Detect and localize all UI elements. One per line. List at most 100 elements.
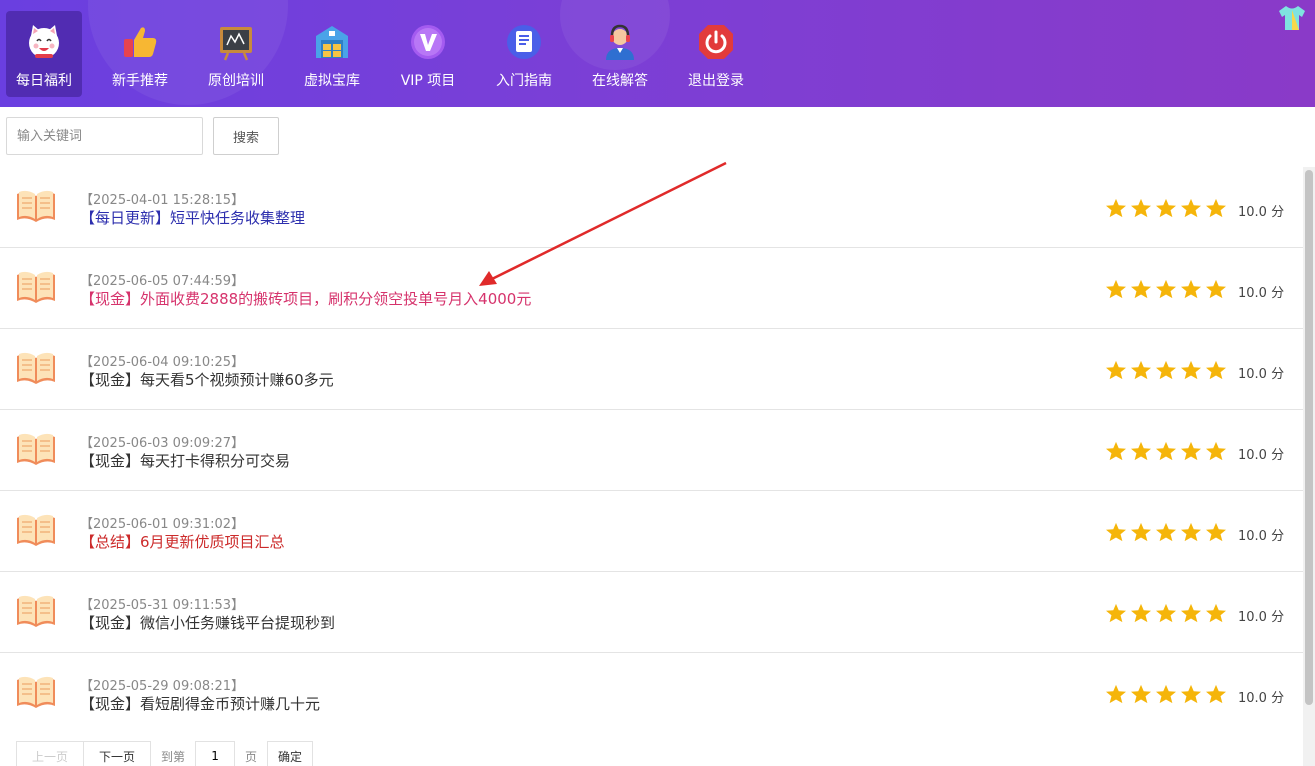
page-number-input[interactable] (195, 741, 236, 766)
star-icon (1155, 603, 1177, 623)
star-icon (1155, 441, 1177, 461)
star-icon (1105, 279, 1127, 299)
star-icon (1205, 198, 1227, 218)
star-icon (1205, 603, 1227, 623)
open-book-icon (15, 269, 57, 305)
open-book-icon (15, 350, 57, 386)
nav-item-label: 每日福利 (16, 73, 72, 89)
nav-item-getting-started[interactable]: 入门指南 (476, 11, 572, 97)
star-icon (1155, 198, 1177, 218)
rating-score: 10.0 分 (1238, 691, 1285, 706)
star-icon (1130, 279, 1152, 299)
blackboard-icon (216, 22, 256, 62)
lucky-cat-icon (24, 22, 64, 62)
open-book-icon (15, 512, 57, 548)
item-date: 【2025-04-01 15:28:15】 (80, 193, 245, 208)
scrollbar-thumb[interactable] (1305, 170, 1313, 705)
nav-item-label: 原创培训 (208, 73, 264, 89)
nav-item-daily-benefits[interactable]: 每日福利 (6, 11, 82, 97)
search-input[interactable] (6, 117, 203, 155)
rating-stars (1105, 441, 1230, 461)
rating-score: 10.0 分 (1238, 610, 1285, 625)
list-item[interactable]: 【2025-05-31 09:11:53】 【现金】微信小任务赚钱平台提现秒到 10… (0, 571, 1303, 652)
storehouse-icon (312, 22, 352, 62)
item-title-link[interactable]: 【现金】看短剧得金币预计赚几十元 (80, 693, 320, 714)
star-icon (1105, 360, 1127, 380)
rating-stars (1105, 603, 1230, 623)
list-item[interactable]: 【2025-06-01 09:31:02】 【总结】6月更新优质项目汇总 10.0 … (0, 490, 1303, 571)
star-icon (1155, 279, 1177, 299)
nav-item-label: 在线解答 (592, 73, 648, 89)
star-icon (1130, 684, 1152, 704)
rating-score: 10.0 分 (1238, 205, 1285, 220)
open-book-icon (15, 188, 57, 224)
item-title-link[interactable]: 【现金】外面收费2888的搬砖项目，刷积分领空投单号月入4000元 (80, 288, 531, 309)
list-item[interactable]: 【2025-06-03 09:09:27】 【现金】每天打卡得积分可交易 10.0 … (0, 409, 1303, 490)
rating-stars (1105, 522, 1230, 542)
nav-item-logout[interactable]: 退出登录 (668, 11, 764, 97)
star-icon (1105, 441, 1127, 461)
star-icon (1180, 198, 1202, 218)
item-title-link[interactable]: 【现金】微信小任务赚钱平台提现秒到 (80, 612, 335, 633)
star-icon (1155, 684, 1177, 704)
star-icon (1205, 684, 1227, 704)
nav-menu: 每日福利 新手推荐 原创培训 虚拟宝库 VIP 项目 入门指南 在线解答 退出登… (6, 11, 764, 97)
pagination: 上一页 下一页 到第 页 确定 (16, 741, 314, 766)
article-list: 【2025-04-01 15:28:15】 【每日更新】短平快任务收集整理 10.0… (0, 167, 1303, 733)
nav-item-virtual-treasury[interactable]: 虚拟宝库 (284, 11, 380, 97)
rating-score: 10.0 分 (1238, 529, 1285, 544)
list-item[interactable]: 【2025-05-29 09:08:21】 【现金】看短剧得金币预计赚几十元 10.… (0, 652, 1303, 733)
star-icon (1180, 279, 1202, 299)
star-icon (1205, 279, 1227, 299)
item-date: 【2025-05-29 09:08:21】 (80, 679, 245, 694)
item-date: 【2025-06-01 09:31:02】 (80, 517, 245, 532)
item-title-link[interactable]: 【每日更新】短平快任务收集整理 (80, 207, 305, 228)
power-off-icon (696, 22, 736, 62)
search-button[interactable]: 搜索 (213, 117, 279, 155)
star-icon (1180, 441, 1202, 461)
rating-score: 10.0 分 (1238, 448, 1285, 463)
star-icon (1155, 360, 1177, 380)
rating-score: 10.0 分 (1238, 286, 1285, 301)
star-icon (1205, 360, 1227, 380)
nav-item-label: 新手推荐 (112, 73, 168, 89)
star-icon (1105, 603, 1127, 623)
top-navigation-bar: 每日福利 新手推荐 原创培训 虚拟宝库 VIP 项目 入门指南 在线解答 退出登… (0, 0, 1315, 107)
confirm-page-button[interactable]: 确定 (267, 741, 314, 766)
list-item[interactable]: 【2025-06-05 07:44:59】 【现金】外面收费2888的搬砖项目，刷… (0, 247, 1303, 328)
item-date: 【2025-06-03 09:09:27】 (80, 436, 245, 451)
star-icon (1205, 441, 1227, 461)
list-item[interactable]: 【2025-04-01 15:28:15】 【每日更新】短平快任务收集整理 10.0… (0, 167, 1303, 247)
item-title-link[interactable]: 【现金】每天看5个视频预计赚60多元 (80, 369, 334, 390)
item-title-link[interactable]: 【总结】6月更新优质项目汇总 (80, 531, 285, 552)
nav-item-label: VIP 项目 (400, 73, 456, 89)
vip-badge-icon (408, 22, 448, 62)
star-icon (1105, 198, 1127, 218)
rating-stars (1105, 360, 1230, 380)
star-icon (1130, 603, 1152, 623)
rating-stars (1105, 279, 1230, 299)
star-icon (1130, 522, 1152, 542)
nav-item-original-training[interactable]: 原创培训 (188, 11, 284, 97)
document-icon (504, 22, 544, 62)
nav-item-vip-projects[interactable]: VIP 项目 (380, 11, 476, 97)
star-icon (1180, 522, 1202, 542)
page-unit-label: 页 (245, 749, 258, 764)
star-icon (1180, 360, 1202, 380)
list-item[interactable]: 【2025-06-04 09:10:25】 【现金】每天看5个视频预计赚60多元 1… (0, 328, 1303, 409)
tshirt-icon[interactable] (1277, 5, 1307, 31)
rating-stars (1105, 684, 1230, 704)
nav-item-label: 虚拟宝库 (304, 73, 360, 89)
prev-page-button[interactable]: 上一页 (16, 741, 84, 766)
open-book-icon (15, 674, 57, 710)
star-icon (1155, 522, 1177, 542)
nav-item-beginner-recommend[interactable]: 新手推荐 (92, 11, 188, 97)
star-icon (1130, 198, 1152, 218)
nav-item-online-support[interactable]: 在线解答 (572, 11, 668, 97)
rating-score: 10.0 分 (1238, 367, 1285, 382)
next-page-button[interactable]: 下一页 (84, 741, 151, 766)
star-icon (1105, 522, 1127, 542)
item-title-link[interactable]: 【现金】每天打卡得积分可交易 (80, 450, 290, 471)
open-book-icon (15, 431, 57, 467)
nav-item-label: 入门指南 (496, 73, 552, 89)
